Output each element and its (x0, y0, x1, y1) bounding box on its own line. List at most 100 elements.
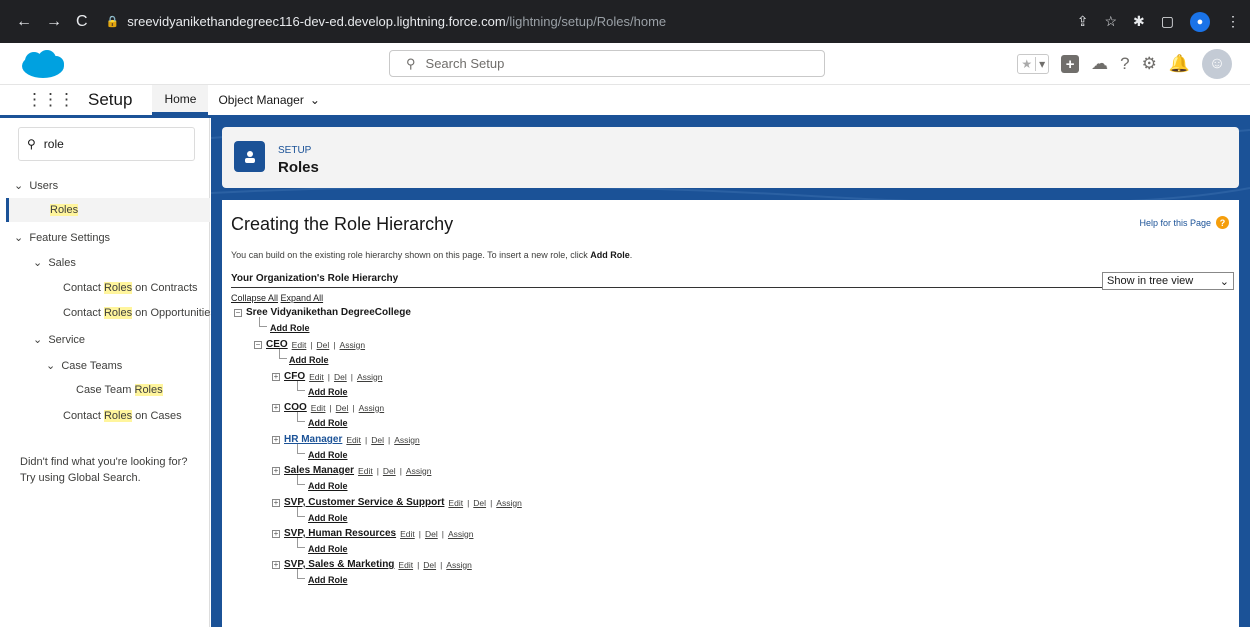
edit-link[interactable]: Edit (358, 466, 373, 476)
trailhead-icon[interactable]: ☁ (1091, 54, 1108, 74)
setup-search-input[interactable]: ⚲ Search Setup (389, 50, 825, 77)
salesforce-logo-icon[interactable] (20, 50, 66, 80)
tree-connector (279, 349, 280, 358)
lock-icon: 🔒 (105, 16, 120, 28)
expand-plus-icon[interactable]: + (272, 498, 280, 507)
del-link[interactable]: Del (334, 372, 347, 382)
sidepanel-icon[interactable]: ▢ (1161, 13, 1174, 30)
del-link[interactable]: Del (317, 340, 330, 350)
nav-contact-roles-cases[interactable]: Contact Roles on Cases (63, 410, 182, 422)
favorites-dropdown-icon[interactable]: ▾ (1035, 57, 1048, 71)
share-icon[interactable]: ⇪ (1077, 13, 1089, 30)
nav-feature-settings-label: Feature Settings (29, 232, 111, 244)
app-launcher-icon[interactable]: ⋮⋮⋮ (26, 90, 75, 110)
del-link[interactable]: Del (383, 466, 396, 476)
nav-users[interactable]: ⌄ Users (14, 179, 58, 192)
role-name[interactable]: COO (284, 402, 307, 413)
del-link[interactable]: Del (473, 498, 486, 508)
add-role-link[interactable]: Add Role (308, 513, 348, 523)
assign-link[interactable]: Assign (448, 529, 474, 539)
collapse-minus-icon[interactable]: − (254, 340, 262, 349)
assign-link[interactable]: Assign (359, 403, 385, 413)
favorites-control[interactable]: ★ ▾ (1017, 54, 1050, 74)
del-link[interactable]: Del (425, 529, 438, 539)
role-name[interactable]: Sales Manager (284, 465, 354, 476)
collapse-all-link[interactable]: Collapse All (231, 293, 278, 303)
global-actions-icon[interactable]: + (1061, 55, 1080, 73)
nav-sales[interactable]: ⌄ Sales (33, 256, 76, 269)
nav-case-teams[interactable]: ⌄ Case Teams (46, 359, 122, 372)
tree-connector (297, 421, 305, 422)
del-link[interactable]: Del (423, 560, 436, 570)
expand-plus-icon[interactable]: + (272, 466, 280, 475)
expand-plus-icon[interactable]: + (272, 435, 280, 444)
nav-contact-roles-opportunities[interactable]: Contact Roles on Opportunities (63, 307, 216, 319)
edit-link[interactable]: Edit (400, 529, 415, 539)
role-name[interactable]: CEO (266, 339, 288, 350)
role-name[interactable]: SVP, Sales & Marketing (284, 559, 394, 570)
assign-link[interactable]: Assign (357, 372, 383, 382)
add-role-link[interactable]: Add Role (308, 575, 348, 585)
chevron-down-icon[interactable]: ⌄ (310, 93, 320, 107)
edit-link[interactable]: Edit (448, 498, 463, 508)
setup-gear-icon[interactable]: ⚙ (1142, 54, 1157, 74)
user-avatar[interactable]: ☺ (1202, 49, 1232, 79)
expand-plus-icon[interactable]: + (272, 372, 280, 381)
add-role-link[interactable]: Add Role (289, 355, 329, 365)
nav-roles[interactable]: Roles (6, 198, 210, 222)
view-mode-select[interactable]: Show in tree view ⌄ (1102, 272, 1234, 290)
add-role-link[interactable]: Add Role (270, 323, 310, 333)
nav-service[interactable]: ⌄ Service (33, 333, 85, 346)
tab-object-manager[interactable]: Object Manager ⌄ (208, 85, 329, 115)
expand-plus-icon[interactable]: + (272, 403, 280, 412)
role-name[interactable]: SVP, Customer Service & Support (284, 497, 444, 508)
del-link[interactable]: Del (336, 403, 349, 413)
bookmark-star-icon[interactable]: ☆ (1104, 13, 1117, 30)
assign-link[interactable]: Assign (340, 340, 366, 350)
edit-link[interactable]: Edit (346, 435, 361, 445)
help-link[interactable]: Help for this Page? (1139, 216, 1229, 229)
role-name[interactable]: CFO (284, 371, 305, 382)
tab-home[interactable]: Home (152, 85, 209, 115)
add-role-link[interactable]: Add Role (308, 481, 348, 491)
notifications-bell-icon[interactable]: 🔔 (1169, 54, 1190, 74)
extensions-icon[interactable]: ✱ (1133, 13, 1145, 30)
del-link[interactable]: Del (371, 435, 384, 445)
expand-plus-icon[interactable]: + (272, 560, 280, 569)
nav-feature-settings[interactable]: ⌄ Feature Settings (14, 231, 110, 244)
help-icon[interactable]: ? (1120, 54, 1129, 74)
quick-find-input[interactable]: ⚲ role (18, 127, 195, 161)
nav-contact-roles-contracts[interactable]: Contact Roles on Contracts (63, 282, 198, 294)
edit-link[interactable]: Edit (311, 403, 326, 413)
search-placeholder: Search Setup (425, 56, 505, 71)
edit-link[interactable]: Edit (309, 372, 324, 382)
role-name[interactable]: HR Manager (284, 434, 342, 445)
assign-link[interactable]: Assign (446, 560, 472, 570)
favorite-star-icon[interactable]: ★ (1018, 57, 1035, 71)
add-role-link[interactable]: Add Role (308, 418, 348, 428)
add-role-link[interactable]: Add Role (308, 387, 348, 397)
profile-icon[interactable]: ● (1190, 11, 1210, 32)
reload-icon[interactable]: C (76, 13, 88, 31)
back-icon[interactable]: ← (16, 13, 32, 31)
edit-link[interactable]: Edit (398, 560, 413, 570)
edit-link[interactable]: Edit (292, 340, 307, 350)
add-role-link[interactable]: Add Role (308, 450, 348, 460)
assign-link[interactable]: Assign (406, 466, 432, 476)
kebab-menu-icon[interactable]: ⋮ (1226, 13, 1240, 30)
add-role-link[interactable]: Add Role (308, 544, 348, 554)
not-found-hint: Didn't find what you're looking for? Try… (20, 454, 187, 486)
expand-all-link[interactable]: Expand All (281, 293, 324, 303)
assign-link[interactable]: Assign (496, 498, 522, 508)
role-name[interactable]: SVP, Human Resources (284, 528, 396, 539)
label-highlight: Roles (134, 384, 163, 396)
expand-plus-icon[interactable]: + (272, 529, 280, 538)
forward-icon[interactable]: → (46, 13, 62, 31)
separator: | (327, 371, 330, 382)
tree-connector (297, 547, 305, 548)
label-part: Contact (63, 282, 104, 294)
assign-link[interactable]: Assign (394, 435, 420, 445)
nav-case-team-roles[interactable]: Case Team Roles (76, 384, 163, 396)
address-bar[interactable]: 🔒 sreevidyanikethandegreec116-dev-ed.dev… (106, 14, 667, 29)
collapse-minus-icon[interactable]: − (234, 308, 242, 317)
